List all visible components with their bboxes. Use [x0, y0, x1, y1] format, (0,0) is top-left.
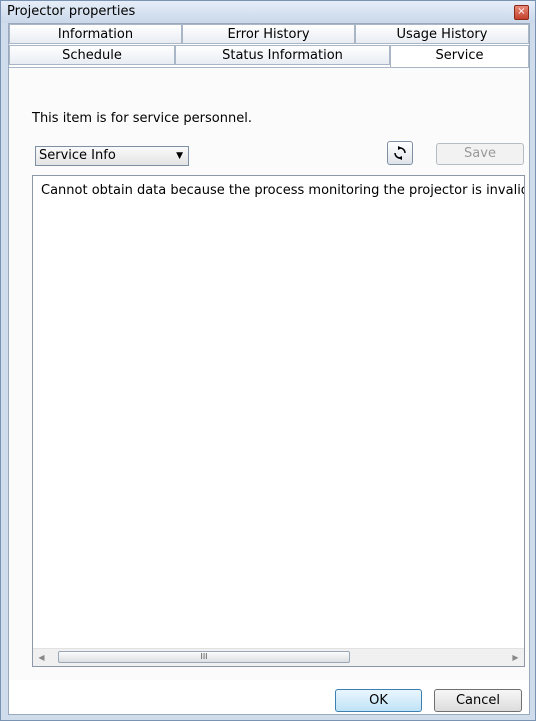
service-note: This item is for service personnel. — [32, 111, 252, 126]
scroll-right-icon[interactable]: ▶ — [507, 649, 524, 666]
tab-row-1: Information Error History Usage History — [9, 24, 529, 45]
title-bar: Projector properties × — [1, 1, 535, 23]
close-icon[interactable]: × — [514, 5, 529, 20]
save-button[interactable]: Save — [436, 143, 524, 165]
refresh-button[interactable] — [387, 141, 413, 165]
tab-information[interactable]: Information — [9, 24, 182, 44]
tab-row-2: Schedule Status Information Service — [9, 45, 529, 67]
cancel-button[interactable]: Cancel — [434, 689, 522, 712]
service-info-dropdown[interactable]: Service Info ▼ — [35, 146, 189, 166]
tab-schedule[interactable]: Schedule — [9, 45, 175, 65]
tab-status-information[interactable]: Status Information — [175, 45, 390, 65]
ok-button[interactable]: OK — [335, 689, 422, 712]
dropdown-value: Service Info — [39, 148, 116, 163]
tab-service[interactable]: Service — [390, 45, 529, 67]
scroll-thumb[interactable]: III — [58, 651, 350, 663]
service-info-text-area[interactable]: Cannot obtain data because the process m… — [32, 175, 525, 667]
scroll-left-icon[interactable]: ◀ — [33, 649, 50, 666]
tab-usage-history[interactable]: Usage History — [355, 24, 529, 44]
projector-properties-window: Projector properties × Information Error… — [0, 0, 536, 721]
window-title: Projector properties — [7, 4, 136, 19]
tab-error-history[interactable]: Error History — [182, 24, 355, 44]
horizontal-scrollbar[interactable]: ◀ III ▶ — [33, 648, 524, 666]
service-message: Cannot obtain data because the process m… — [41, 183, 525, 198]
refresh-icon — [394, 146, 406, 160]
dropdown-arrow-icon: ▼ — [176, 151, 183, 161]
